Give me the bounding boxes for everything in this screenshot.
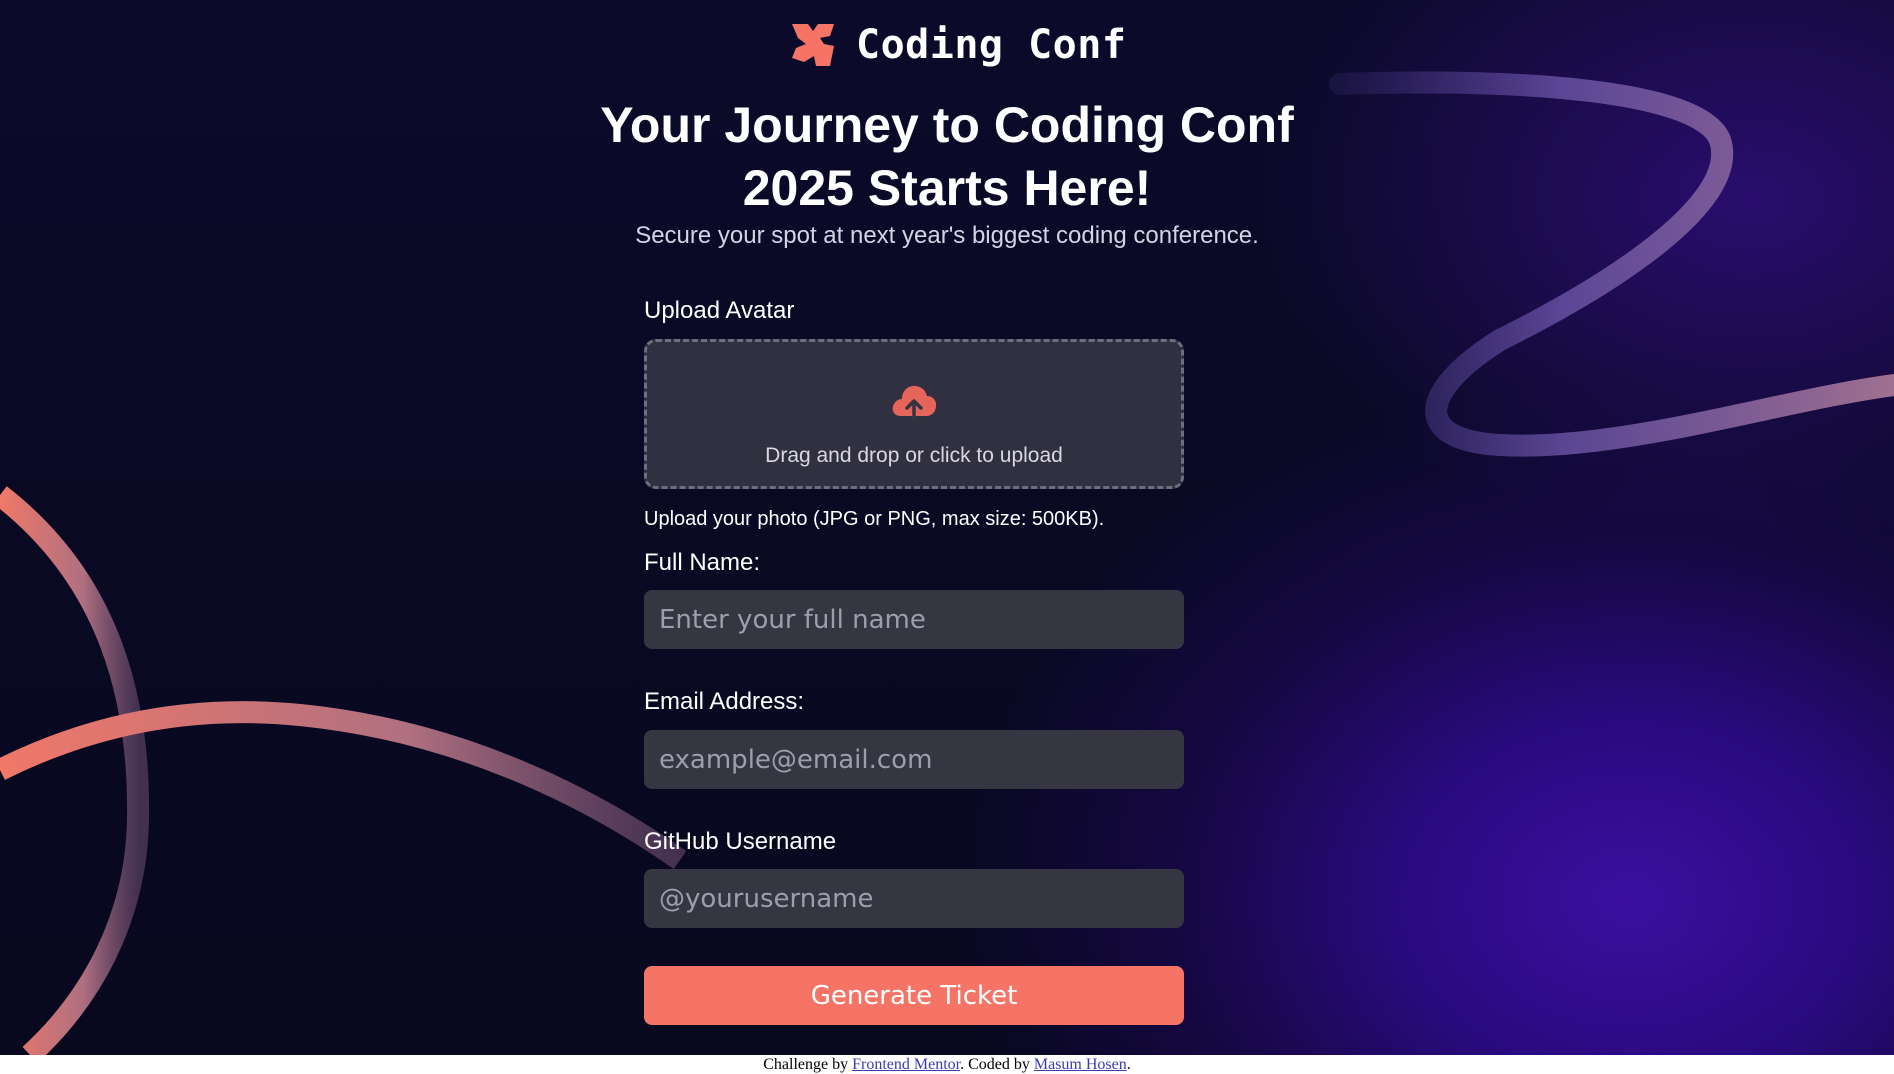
brand-logo: Coding Conf xyxy=(790,22,1126,68)
author-link[interactable]: Masum Hosen xyxy=(1034,1056,1127,1073)
email-label: Email Address: xyxy=(644,688,805,715)
footer-middle: . Coded by xyxy=(960,1056,1034,1073)
generate-ticket-button[interactable]: Generate Ticket xyxy=(644,966,1184,1025)
avatar-label: Upload Avatar xyxy=(644,297,795,324)
hero-section: Coding Conf Your Journey to Coding Conf … xyxy=(0,0,1894,1055)
upload-prompt: Drag and drop or click to upload xyxy=(765,444,1063,467)
upload-hint: Upload your photo (JPG or PNG, max size:… xyxy=(644,508,1105,530)
cloud-upload-icon xyxy=(892,385,937,422)
email-input[interactable] xyxy=(644,730,1184,789)
frontend-mentor-link[interactable]: Frontend Mentor xyxy=(852,1056,960,1073)
footer-suffix: . xyxy=(1126,1056,1131,1073)
full-name-label: Full Name: xyxy=(644,549,761,576)
footer-prefix: Challenge by xyxy=(763,1056,853,1073)
github-username-input[interactable] xyxy=(644,869,1184,928)
github-label: GitHub Username xyxy=(644,828,837,855)
attribution-footer: Challenge by Frontend Mentor. Coded by M… xyxy=(0,1055,1894,1074)
avatar-upload-dropzone[interactable]: Drag and drop or click to upload xyxy=(644,339,1184,489)
page-title: Your Journey to Coding Conf 2025 Starts … xyxy=(600,97,1294,216)
full-name-input[interactable] xyxy=(644,590,1184,649)
logo-mark-icon xyxy=(792,24,834,66)
page-subtitle: Secure your spot at next year's biggest … xyxy=(635,222,1259,249)
logo-text: Coding Conf xyxy=(856,22,1127,68)
